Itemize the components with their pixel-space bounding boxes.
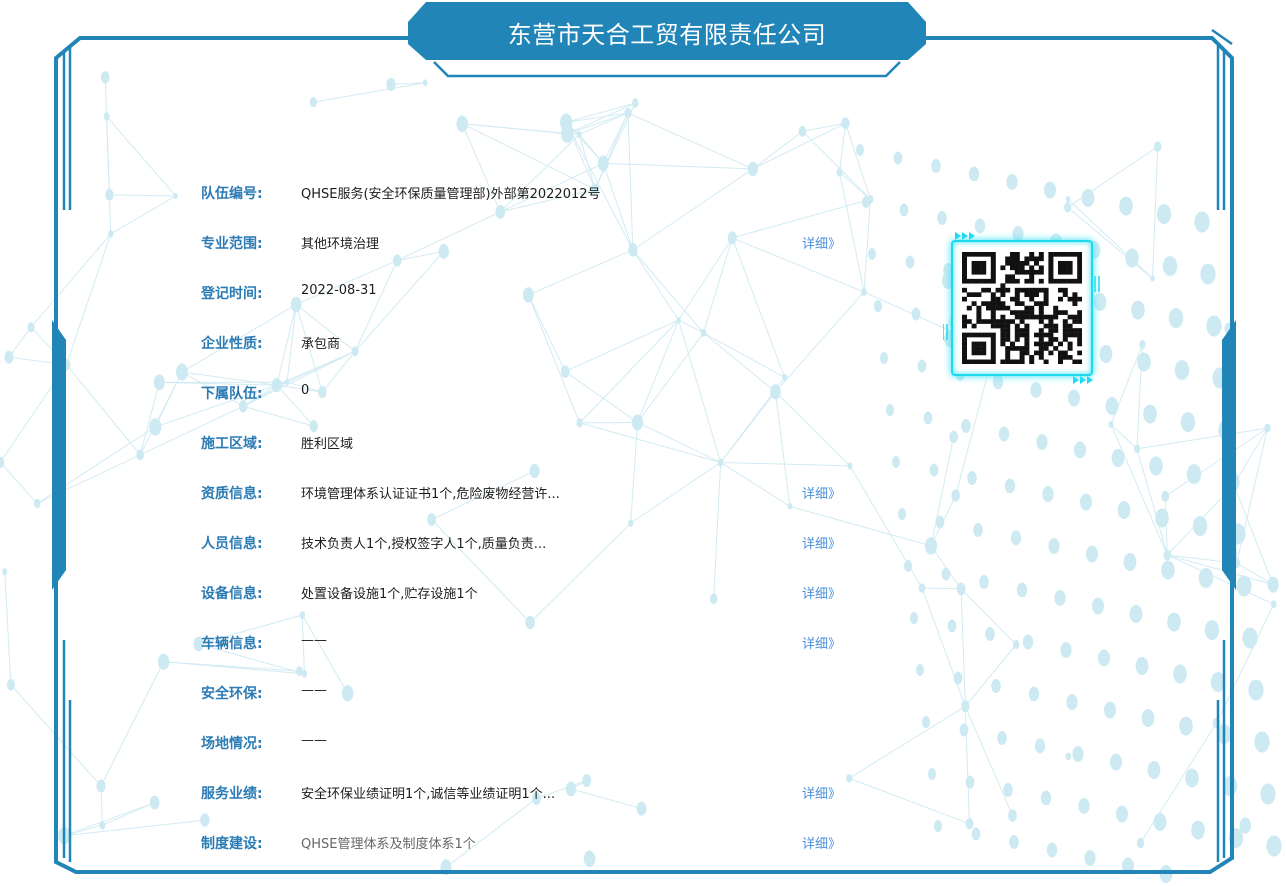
personnel-info-value: 技术负责人1个,授权签字人1个,质量负责... bbox=[301, 537, 547, 552]
qualification-info-value: 环境管理体系认证证书1个,危险废物经营许... bbox=[301, 487, 560, 502]
team-number-label: 队伍编号: bbox=[201, 186, 263, 202]
registration-date-value: 2022-08-31 bbox=[301, 283, 377, 298]
equipment-info-value: 处置设备设施1个,贮存设施1个 bbox=[301, 587, 478, 602]
personnel-info-detail-link[interactable]: 详细》 bbox=[802, 533, 841, 552]
team-number-value: QHSE服务(安全环保质量管理部)外部第2022012号 bbox=[301, 187, 601, 202]
enterprise-type-label: 企业性质: bbox=[201, 336, 263, 352]
company-title: 东营市天合工贸有限责任公司 bbox=[507, 20, 827, 49]
equipment-info-label: 设备信息: bbox=[201, 586, 263, 602]
info-row-construction-area: 施工区域: 胜利区域 bbox=[0, 418, 1286, 468]
info-row-equipment-info: 设备信息: 处置设备设施1个,贮存设施1个 详细》 bbox=[0, 568, 1286, 618]
info-row-system-construction: 制度建设: QHSE管理体系及制度体系1个 详细》 bbox=[0, 818, 1286, 868]
system-construction-label: 制度建设: bbox=[201, 836, 263, 852]
safety-env-label: 安全环保: bbox=[201, 686, 263, 702]
vehicle-info-detail-link[interactable]: 详细》 bbox=[802, 633, 841, 652]
info-row-vehicle-info: 车辆信息: —— 详细》 bbox=[0, 618, 1286, 668]
sub-teams-label: 下属队伍: bbox=[201, 386, 263, 402]
sub-teams-value: 0 bbox=[301, 383, 310, 398]
qr-code-box bbox=[951, 240, 1093, 376]
service-performance-value: 安全环保业绩证明1个,诚信等业绩证明1个... bbox=[301, 787, 556, 802]
info-row-service-performance: 服务业绩: 安全环保业绩证明1个,诚信等业绩证明1个... 详细》 bbox=[0, 768, 1286, 818]
service-performance-label: 服务业绩: bbox=[201, 786, 263, 802]
system-construction-detail-link[interactable]: 详细》 bbox=[802, 833, 841, 852]
construction-area-label: 施工区域: bbox=[201, 436, 263, 452]
equipment-info-detail-link[interactable]: 详细》 bbox=[802, 583, 841, 602]
safety-env-value: —— bbox=[301, 683, 327, 698]
info-row-team-number: 队伍编号: QHSE服务(安全环保质量管理部)外部第2022012号 bbox=[0, 168, 1286, 218]
qr-code-panel bbox=[942, 228, 1103, 386]
enterprise-type-value: 承包商 bbox=[301, 337, 341, 352]
site-status-label: 场地情况: bbox=[201, 736, 263, 752]
system-construction-value: QHSE管理体系及制度体系1个 bbox=[301, 837, 476, 852]
vehicle-info-value: —— bbox=[301, 633, 327, 648]
qualification-info-label: 资质信息: bbox=[201, 486, 263, 502]
info-row-site-status: 场地情况: —— bbox=[0, 718, 1286, 768]
business-scope-label: 专业范围: bbox=[201, 236, 263, 252]
personnel-info-label: 人员信息: bbox=[201, 536, 263, 552]
qualification-info-detail-link[interactable]: 详细》 bbox=[802, 483, 841, 502]
info-row-safety-env: 安全环保: —— bbox=[0, 668, 1286, 718]
registration-date-label: 登记时间: bbox=[201, 286, 263, 302]
vehicle-info-label: 车辆信息: bbox=[201, 636, 263, 652]
service-performance-detail-link[interactable]: 详细》 bbox=[802, 783, 841, 802]
construction-area-value: 胜利区域 bbox=[301, 437, 354, 452]
info-row-qualification-info: 资质信息: 环境管理体系认证证书1个,危险废物经营许... 详细》 bbox=[0, 468, 1286, 518]
info-row-personnel-info: 人员信息: 技术负责人1个,授权签字人1个,质量负责... 详细》 bbox=[0, 518, 1286, 568]
site-status-value: —— bbox=[301, 733, 327, 748]
business-scope-detail-link[interactable]: 详细》 bbox=[802, 233, 841, 252]
business-scope-value: 其他环境治理 bbox=[301, 237, 380, 252]
qr-code-icon[interactable] bbox=[962, 252, 1082, 364]
